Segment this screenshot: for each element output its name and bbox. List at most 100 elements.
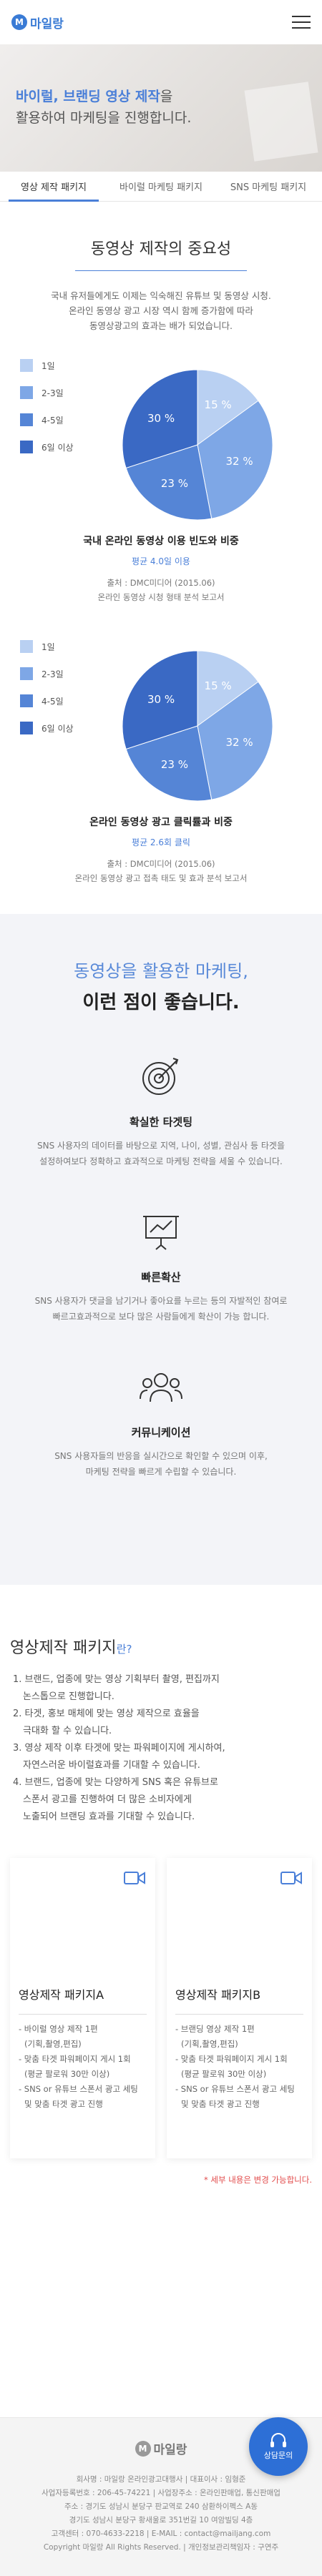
pie-chart: 15 % 32 % 23 % 30 % xyxy=(122,369,273,521)
legend-item: 4-5일 xyxy=(20,687,74,714)
chart-title: 온라인 동영상 광고 클릭률과 비중 xyxy=(89,817,233,828)
packages-section: 영상제작 패키지란? 1. 브랜드, 업종에 맞는 영상 기획부터 촬영, 편집… xyxy=(0,1585,322,2186)
chart-subtitle: 평균 2.6회 클릭 xyxy=(132,837,190,847)
legend-label: 4-5일 xyxy=(42,696,64,707)
footer-line: 주소 : 경기도 성남시 분당구 판교역로 240 삼환하이펙스 A동 xyxy=(64,2502,258,2511)
card-divider xyxy=(19,2014,147,2015)
target-icon xyxy=(142,1058,179,1095)
chart-subtitle: 평균 4.0일 이용 xyxy=(132,556,190,566)
legend-label: 1일 xyxy=(42,641,55,652)
legend-item: 4-5일 xyxy=(20,406,74,433)
package-card-a[interactable]: 영상제작 패키지A - 바이럴 영상 제작 1편 (기획,촬영,편집) - 맞춤… xyxy=(10,1858,155,2158)
pie-chart-block: 1일 2-3일 4-5일 6일 이상 15 % 32 % 23 % 30 % xyxy=(14,633,308,812)
package-cards: 영상제작 패키지A - 바이럴 영상 제작 1편 (기획,촬영,편집) - 맞춤… xyxy=(10,1858,312,2158)
footer-logo-text: 마일랑 xyxy=(153,2443,187,2457)
pie-slice-label: 32 % xyxy=(226,455,253,468)
benefit-name: 확실한 타겟팅 xyxy=(129,1116,193,1129)
list-item: 3. 영상 제작 이후 타겟에 맞는 파워페이지에 게시하여, xyxy=(13,1743,225,1754)
pie-slice-label: 15 % xyxy=(205,398,232,411)
list-item: 자연스러운 바이럴효과를 기대할 수 있습니다. xyxy=(23,1760,200,1771)
package-card-name: 영상제작 패키지B xyxy=(175,1988,261,2002)
benefit-desc: SNS 사용자들의 반응을 실시간으로 확인할 수 있으며 이후, 마케팅 전략을… xyxy=(54,1451,268,1477)
pie-slice-label: 23 % xyxy=(161,758,188,771)
footer-line: Copyright 마일랑 All Rights Reserved. | 개인정… xyxy=(43,2543,279,2552)
list-item: - 맞춤 타겟 파워페이지 게시 1회 xyxy=(19,2054,131,2064)
legend-label: 6일 이상 xyxy=(42,723,74,734)
packages-description-list: 1. 브랜드, 업종에 맞는 영상 기획부터 촬영, 편집까지 논스톱으로 진행… xyxy=(10,1672,312,1825)
footer-line: 사업자등록번호 : 206-45-74221 | 사업장주소 : 온라인판매업,… xyxy=(42,2489,280,2497)
package-card-b[interactable]: 영상제작 패키지B - 브랜딩 영상 제작 1편 (기획,촬영,편집) - 맞춤… xyxy=(167,1858,312,2158)
legend-label: 2-3일 xyxy=(42,669,64,679)
benefit-name: 빠른확산 xyxy=(141,1271,181,1284)
package-card-items: - 브랜딩 영상 제작 1편 (기획,촬영,편집) - 맞춤 타겟 파워페이지 … xyxy=(175,2022,303,2112)
consult-button[interactable]: 상담문의 xyxy=(249,2417,308,2476)
chart-caption: 온라인 동영상 광고 클릭률과 비중평균 2.6회 클릭출처 : DMC미디어 … xyxy=(14,815,308,885)
hamburger-menu-icon[interactable] xyxy=(292,16,311,29)
list-item: 스폰서 광고를 진행하여 더 많은 소비자에게 xyxy=(23,1794,192,1805)
importance-intro: 국내 유저들에게도 이제는 익숙해진 유튜브 및 동영상 시청. 온라인 동영상… xyxy=(51,290,271,331)
logo[interactable]: M 마일랑 xyxy=(11,14,64,31)
header: M 마일랑 xyxy=(0,0,322,44)
legend-swatch xyxy=(20,386,33,399)
tab-video-package[interactable]: 영상 제작 패키지 xyxy=(0,172,107,202)
package-card-items: - 바이럴 영상 제작 1편 (기획,촬영,편집) - 맞춤 타겟 파워페이지 … xyxy=(19,2022,147,2112)
video-camera-icon xyxy=(280,1872,302,1884)
chart-source: 출처 : DMC미디어 (2015.06) 온라인 동영상 시청 형태 분석 보고… xyxy=(97,578,225,602)
list-item: 노출되어 브랜딩 효과를 기대할 수 있습니다. xyxy=(23,1811,195,1822)
benefit-desc: SNS 사용자가 댓글을 남기거나 좋아요를 누르는 등의 자발적인 참여로 빠르… xyxy=(34,1296,288,1322)
logo-mark-icon: M xyxy=(135,2440,151,2457)
video-camera-icon xyxy=(124,1872,145,1884)
tab-sns-package[interactable]: SNS 마케팅 패키지 xyxy=(215,172,322,201)
legend-item: 2-3일 xyxy=(20,660,74,687)
list-item: - 바이럴 영상 제작 1편 xyxy=(19,2024,98,2034)
logo-text: 마일랑 xyxy=(30,16,64,31)
list-item: 1. 브랜드, 업종에 맞는 영상 기획부터 촬영, 편집까지 xyxy=(13,1674,220,1685)
list-item: - SNS or 유튜브 스폰서 광고 세팅 xyxy=(19,2084,138,2094)
legend-swatch xyxy=(20,441,33,453)
pie-chart-block: 1일 2-3일 4-5일 6일 이상 15 % 32 % 23 % 30 % xyxy=(14,352,308,531)
pie-slice-label: 15 % xyxy=(205,679,232,692)
list-item: 4. 브랜드, 업종에 맞는 다양하게 SNS 혹은 유튜브로 xyxy=(13,1777,218,1788)
chart-source: 출처 : DMC미디어 (2015.06) 온라인 동영상 광고 접촉 태도 및 … xyxy=(74,859,248,883)
legend-label: 1일 xyxy=(42,360,55,371)
list-item: 논스톱으로 진행합니다. xyxy=(23,1691,114,1702)
pie-slice-label: 30 % xyxy=(147,693,175,706)
benefits-subtitle: 이런 점이 좋습니다. xyxy=(82,992,240,1013)
legend-label: 2-3일 xyxy=(42,388,64,398)
list-item: - 브랜딩 영상 제작 1편 xyxy=(175,2024,255,2034)
legend-swatch xyxy=(20,413,33,426)
list-item: (평균 팔로워 30만 이상) xyxy=(24,2069,110,2079)
legend-item: 1일 xyxy=(20,352,74,379)
consult-label: 상담문의 xyxy=(263,2451,293,2460)
legend-swatch xyxy=(20,722,33,734)
logo-mark-icon: M xyxy=(11,14,27,30)
footer-company-info: 회사명 : 마일랑 온라인광고대행사 | 대표이사 : 임형준 사업자등록번호 … xyxy=(0,2473,322,2555)
benefit-desc: SNS 사용자의 데이터를 바탕으로 지역, 나이, 성별, 관심사 등 타겟을… xyxy=(37,1141,285,1166)
chart-legend: 1일 2-3일 4-5일 6일 이상 xyxy=(20,352,74,461)
importance-section: 동영상 제작의 중요성 국내 유저들에게도 이제는 익숙해진 유튜브 및 동영상… xyxy=(0,202,322,885)
list-item: (기획,촬영,편집) xyxy=(24,2039,82,2049)
hero-banner: 바이럴, 브랜딩 영상 제작을 활용하여 마케팅을 진행합니다. xyxy=(0,44,322,172)
pie-slice-label: 30 % xyxy=(147,412,175,425)
legend-label: 6일 이상 xyxy=(42,442,74,453)
list-item: 및 맞춤 타겟 광고 진행 xyxy=(24,2099,103,2109)
package-tabs: 영상 제작 패키지 바이럴 마케팅 패키지 SNS 마케팅 패키지 xyxy=(0,172,322,202)
headset-icon xyxy=(270,2433,286,2447)
legend-item: 1일 xyxy=(20,633,74,660)
list-item: 및 맞춤 타겟 광고 진행 xyxy=(181,2099,260,2109)
title-divider xyxy=(75,270,247,271)
list-item: - SNS or 유튜브 스폰서 광고 세팅 xyxy=(175,2084,295,2094)
card-divider xyxy=(175,2014,303,2015)
footer-logo[interactable]: M 마일랑 xyxy=(135,2439,187,2457)
chart-title: 국내 온라인 동영상 이용 빈도와 비중 xyxy=(83,536,239,547)
legend-item: 6일 이상 xyxy=(20,714,74,742)
benefit-name: 커뮤니케이션 xyxy=(131,1426,191,1439)
users-icon xyxy=(140,1373,182,1402)
list-item: 2. 타겟, 홍보 매체에 맞는 영상 제작으로 효율을 xyxy=(13,1709,200,1719)
tab-viral-package[interactable]: 바이럴 마케팅 패키지 xyxy=(107,172,215,201)
list-item: (기획,촬영,편집) xyxy=(181,2039,238,2049)
pie-chart: 15 % 32 % 23 % 30 % xyxy=(122,650,273,802)
list-item: - 맞춤 타겟 파워페이지 게시 1회 xyxy=(175,2054,288,2064)
footer-line: 고객센터 : 070-4633-2218 | E-MAIL : contact@… xyxy=(51,2530,271,2538)
benefit-targeting: 확실한 타겟팅 SNS 사용자의 데이터를 바탕으로 지역, 나이, 성별, 관… xyxy=(14,1051,308,1169)
